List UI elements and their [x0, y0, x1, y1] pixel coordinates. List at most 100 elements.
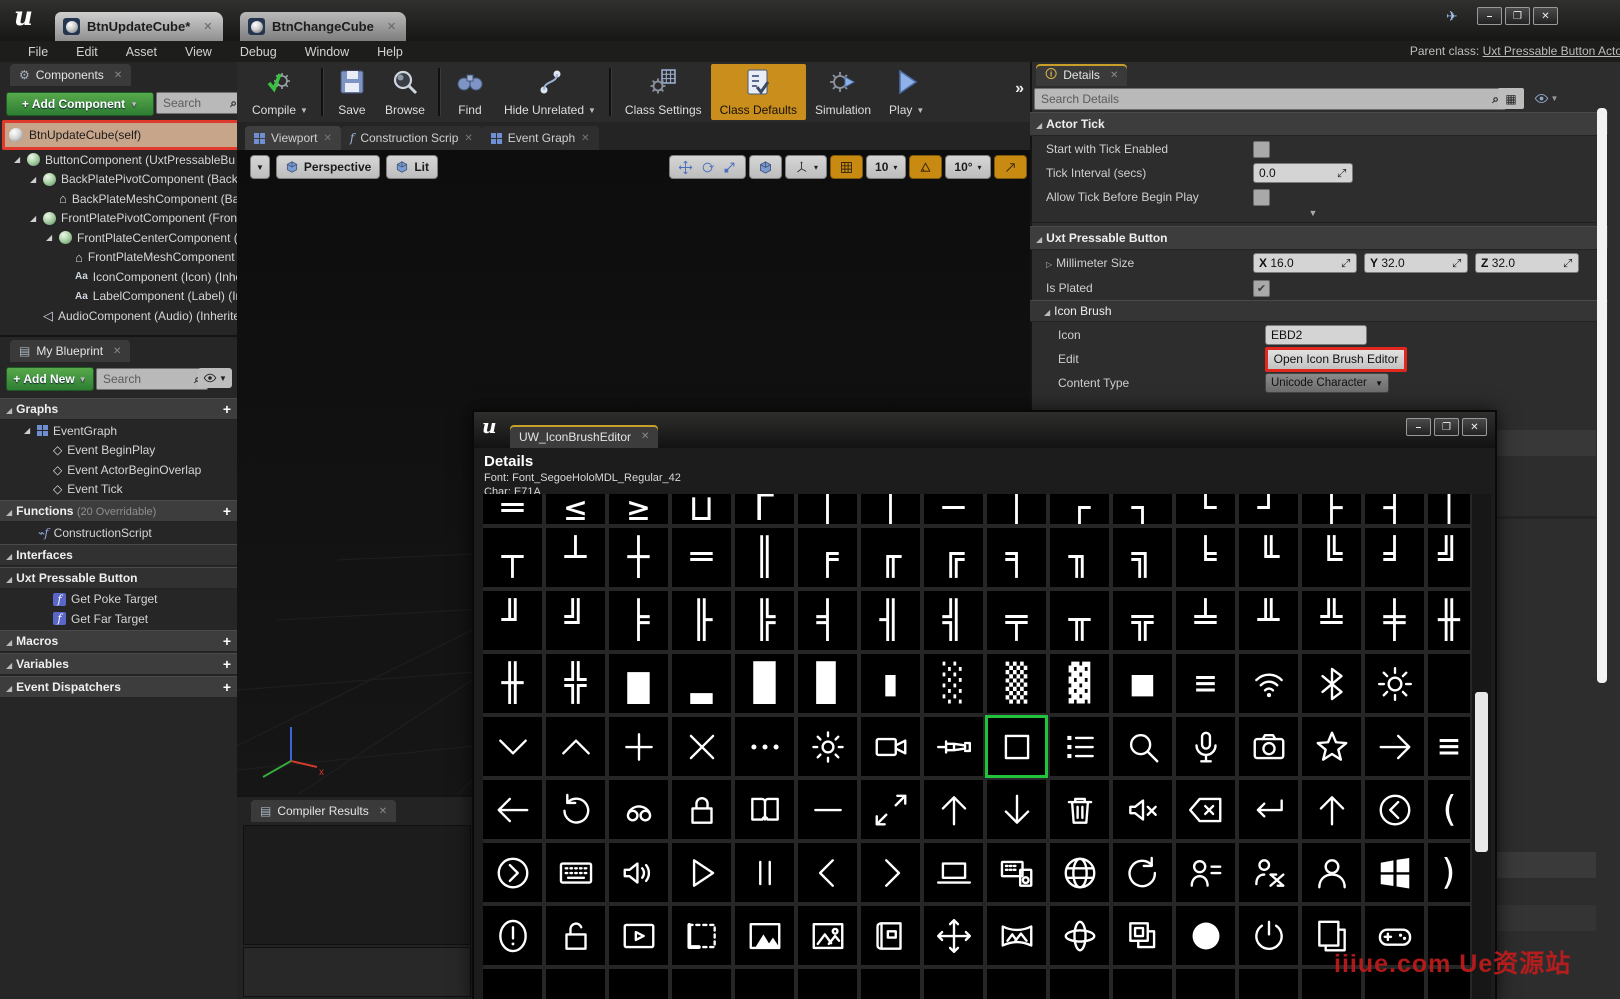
wifi-icon[interactable] [1239, 654, 1298, 713]
bp-item-get-poke-target[interactable]: fGet Poke Target [0, 590, 237, 610]
component-frontplatepivotcomponent[interactable]: ◢FrontPlatePivotComponent (Front [0, 209, 237, 229]
open-icon-brush-editor-button[interactable]: Open Icon Brush Editor [1265, 347, 1407, 372]
more-icon[interactable] [735, 717, 794, 776]
world-local-toggle[interactable] [749, 155, 782, 179]
close-button[interactable]: ✕ [1462, 418, 1487, 436]
album-icon[interactable] [861, 906, 920, 965]
glyph[interactable]: █ [735, 654, 794, 713]
arrow-right-icon[interactable] [1365, 717, 1424, 776]
glyph[interactable]: ╣ [924, 591, 983, 650]
icon-editor-titlebar[interactable]: u UW_IconBrushEditor✕ – ❐ ✕ [474, 412, 1495, 448]
glyph-partial[interactable] [1428, 654, 1470, 713]
chevron-right-icon[interactable] [861, 843, 920, 902]
glyph[interactable] [735, 969, 794, 999]
bp-item-event-beginplay[interactable]: ◇Event BeginPlay [0, 441, 237, 461]
glyph[interactable]: ╠ [735, 591, 794, 650]
glyph-partial[interactable]: ( [1428, 780, 1470, 839]
bp-item-constructionscript[interactable]: ⌁fConstructionScript [0, 523, 237, 543]
glyph[interactable]: ┌ [1050, 494, 1109, 524]
microphone-icon[interactable] [1176, 717, 1235, 776]
close-icon[interactable]: ✕ [641, 431, 649, 442]
expand-arrow-icon[interactable]: ◢ [30, 214, 38, 223]
close-button[interactable]: ✕ [1533, 7, 1558, 25]
glyph[interactable] [483, 969, 542, 999]
photo-outline-icon[interactable] [798, 906, 857, 965]
icon-grid-scrollbar-track[interactable] [1472, 494, 1491, 999]
clear-backspace-icon[interactable] [1176, 780, 1235, 839]
reading-list-icon[interactable] [735, 780, 794, 839]
glyph[interactable]: ├ [1302, 494, 1361, 524]
glyph[interactable]: ╞ [609, 591, 668, 650]
tab-event-graph[interactable]: Event Graph✕ [482, 126, 599, 150]
glyph[interactable]: ╢ [861, 591, 920, 650]
close-icon[interactable]: ✕ [581, 133, 589, 144]
glyph[interactable]: │ [861, 494, 920, 524]
glyph[interactable]: ╕ [987, 528, 1046, 587]
glyph[interactable]: ▮ [861, 654, 920, 713]
play-button[interactable]: Play▼ [880, 64, 933, 120]
arrow-down-icon[interactable] [987, 780, 1046, 839]
glyph[interactable]: ⊔ [672, 494, 731, 524]
surface-snap-button[interactable]: ▾ [785, 155, 827, 179]
glyph[interactable]: └ [1176, 494, 1235, 524]
icon-brush-subsection[interactable]: ◢Icon Brush [1030, 300, 1608, 322]
glyph[interactable]: ╜ [483, 591, 542, 650]
search-icon[interactable] [1113, 717, 1172, 776]
cancel-icon[interactable] [672, 717, 731, 776]
millimeter-x-input[interactable]: X 16.0 [1253, 253, 1357, 273]
keyboard-icon[interactable] [546, 843, 605, 902]
icon-grid-scrollbar-thumb[interactable] [1475, 692, 1488, 852]
bluetooth-icon[interactable] [1302, 654, 1361, 713]
pause-icon[interactable] [735, 843, 794, 902]
section-functions[interactable]: ◢Functions (20 Overridable)+ [0, 500, 237, 522]
visibility-filter-button[interactable]: ▼ [198, 368, 232, 388]
actor-tick-section[interactable]: ◢Actor Tick [1030, 112, 1608, 136]
camera-icon[interactable] [1239, 717, 1298, 776]
settings-gear-icon[interactable] [798, 717, 857, 776]
glyph[interactable] [609, 969, 668, 999]
close-icon[interactable]: ✕ [1110, 70, 1118, 81]
glyph[interactable] [987, 969, 1046, 999]
menu-debug[interactable]: Debug [226, 45, 291, 59]
grid-snap-value[interactable]: 10▾ [866, 155, 906, 179]
refresh-icon[interactable] [546, 780, 605, 839]
brightness-icon[interactable] [1365, 654, 1424, 713]
tick-interval-input[interactable]: 0.0 [1253, 163, 1353, 183]
globe-icon[interactable] [1050, 843, 1109, 902]
compile-button[interactable]: Compile▼ [243, 64, 317, 120]
glyph[interactable]: ╪ [1365, 591, 1424, 650]
toolbar-overflow-button[interactable]: » [1015, 80, 1024, 98]
glyph[interactable]: ─ [924, 494, 983, 524]
glyph[interactable] [1239, 969, 1298, 999]
menu-window[interactable]: Window [291, 45, 363, 59]
glyph-partial[interactable]: │ [1428, 494, 1470, 524]
glyph[interactable] [672, 969, 731, 999]
menu-file[interactable]: File [14, 45, 62, 59]
windows-logo-icon[interactable] [1365, 843, 1424, 902]
expand-arrow-icon[interactable]: ◢ [14, 155, 22, 164]
resize-icon[interactable] [861, 780, 920, 839]
bp-item-eventgraph[interactable]: ◢EventGraph [0, 421, 237, 441]
menu-view[interactable]: View [171, 45, 226, 59]
glyph[interactable]: ╔ [924, 528, 983, 587]
circle-chevron-right-icon[interactable] [483, 843, 542, 902]
details-search-input[interactable]: Search Details⌕ [1034, 88, 1506, 110]
panorama-icon[interactable] [987, 906, 1046, 965]
glyph[interactable]: ≥ [609, 494, 668, 524]
add-component-button[interactable]: + Add Component▼ [6, 92, 154, 116]
expand-arrow-icon[interactable]: ◢ [30, 175, 38, 184]
rotation-snap-value[interactable]: 10°▾ [945, 155, 990, 179]
glyph-partial[interactable]: ╝ [1428, 528, 1470, 587]
glyph[interactable]: ╫ [483, 654, 542, 713]
glyph[interactable]: │ [798, 494, 857, 524]
glyph-partial[interactable]: ) [1428, 843, 1470, 902]
minimize-button[interactable]: – [1406, 418, 1431, 436]
maximize-button[interactable]: ❐ [1434, 418, 1459, 436]
glyph[interactable] [861, 969, 920, 999]
glyph[interactable]: ┘ [1239, 494, 1298, 524]
circle-chevron-left-icon[interactable] [1365, 780, 1424, 839]
component-frontplatemeshcomponent[interactable]: ⌂FrontPlateMeshComponent (F [0, 248, 237, 268]
mute-icon[interactable] [1113, 780, 1172, 839]
class-defaults-button[interactable]: Class Defaults [711, 64, 806, 120]
components-search-input[interactable]: Search⌕ [156, 92, 244, 114]
